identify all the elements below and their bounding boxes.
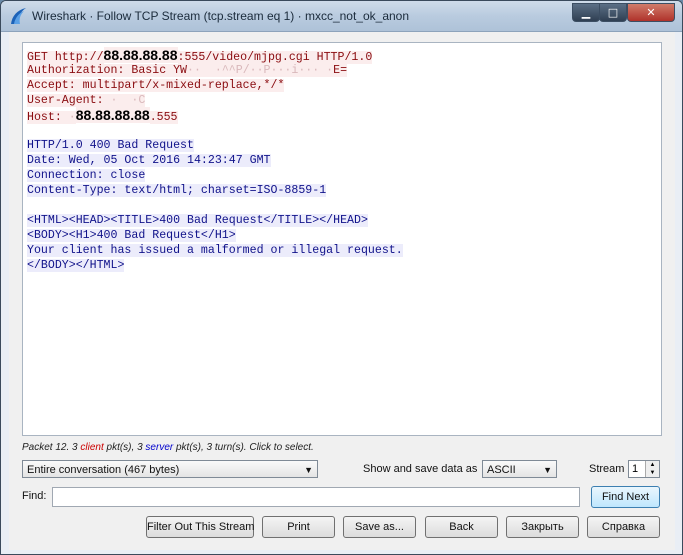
status-prefix: Packet 12. 3 [22,442,81,453]
back-button[interactable]: Back [425,516,498,538]
find-next-button[interactable]: Find Next [591,486,660,508]
find-label: Find: [22,490,47,502]
server-stream-line: Content-Type: text/html; charset=ISO-885… [27,183,327,198]
minimize-button[interactable]: ▁ [572,3,600,22]
server-text: Connection: close [27,169,146,182]
server-stream-line: <BODY><H1>400 Bad Request</H1> [27,228,236,243]
server-stream-line: Date: Wed, 05 Oct 2016 14:23:47 GMT [27,153,271,168]
close-button[interactable]: Закрыть [506,516,579,538]
server-text: <HTML><HEAD><TITLE>400 Bad Request</TITL… [27,214,368,227]
client-stream-line: User-Agent: · ·C [27,93,146,108]
ip-address: 88.88.88.88 [103,47,178,63]
server-text: HTTP/1.0 400 Bad Request [27,139,194,152]
client-stream-line: Accept: multipart/x-mixed-replace,*/* [27,78,285,93]
dropdown-arrow-icon: ▼ [304,465,313,475]
client-stream-line: Authorization: Basic YW·· ·^^P/··P···i··… [27,63,348,78]
redacted-text: · [68,111,76,124]
redacted-text: · ·C [110,94,146,107]
packet-status-text[interactable]: Packet 12. 3 client pkt(s), 3 server pkt… [22,442,314,453]
client-text: E= [333,64,348,77]
spin-down-icon[interactable]: ▼ [645,469,659,477]
dropdown-arrow-icon: ▼ [543,465,552,475]
server-stream-line: <HTML><HEAD><TITLE>400 Bad Request</TITL… [27,213,368,228]
window-title: Wireshark · Follow TCP Stream (tcp.strea… [32,9,410,23]
filter-out-stream-button[interactable]: Filter Out This Stream [146,516,254,538]
print-button[interactable]: Print [262,516,335,538]
server-text: Your client has issued a malformed or il… [27,244,403,257]
server-stream-line: Your client has issued a malformed or il… [27,243,403,258]
stream-number-spinbox[interactable]: 1 ▲ ▼ [628,460,660,478]
status-client-word: client [80,442,104,453]
redacted-text: ·· ·^^P/··P···i··· · [187,64,334,77]
server-text: </BODY></HTML> [27,259,125,272]
follow-tcp-stream-window: Wireshark · Follow TCP Stream (tcp.strea… [0,0,683,555]
show-as-value: ASCII [487,464,516,476]
show-as-label: Show and save data as [363,463,478,475]
conversation-select-value: Entire conversation (467 bytes) [27,464,180,476]
client-text: Host: [27,111,69,124]
show-as-select[interactable]: ASCII ▼ [482,460,557,478]
client-text: User-Agent: [27,94,111,107]
server-stream-line: </BODY></HTML> [27,258,125,273]
stream-content-area[interactable]: GET http://88.88.88.88:555/video/mjpg.cg… [22,42,662,436]
status-server-word: server [145,442,174,453]
ip-address: 88.88.88.88 [75,107,150,123]
server-text: <BODY><H1>400 Bad Request</H1> [27,229,236,242]
find-input[interactable] [52,487,580,507]
status-middle: pkt(s), 3 [103,442,146,453]
stream-label: Stream [589,463,625,475]
server-text: Content-Type: text/html; charset=ISO-885… [27,184,327,197]
server-stream-line: Connection: close [27,168,146,183]
wireshark-fin-icon [11,8,26,24]
stream-number-value: 1 [632,463,639,475]
save-as-button[interactable]: Save as... [343,516,416,538]
status-suffix: pkt(s), 3 turn(s). Click to select. [173,442,314,453]
server-text: Date: Wed, 05 Oct 2016 14:23:47 GMT [27,154,271,167]
spin-up-icon[interactable]: ▲ [645,461,659,469]
conversation-select[interactable]: Entire conversation (467 bytes) ▼ [22,460,318,478]
close-window-button[interactable]: ✕ [627,3,675,22]
dialog-body: GET http://88.88.88.88:555/video/mjpg.cg… [9,32,675,550]
server-stream-line: HTTP/1.0 400 Bad Request [27,138,194,153]
maximize-button[interactable]: □ [599,3,627,22]
title-bar[interactable]: Wireshark · Follow TCP Stream (tcp.strea… [1,1,682,32]
client-text: Authorization: Basic YW [27,64,188,77]
client-text: .555 [149,111,178,124]
help-button[interactable]: Справка [587,516,660,538]
client-text: Accept: multipart/x-mixed-replace,*/* [27,79,285,92]
client-stream-line: Host: ·88.88.88.88.555 [27,107,178,125]
